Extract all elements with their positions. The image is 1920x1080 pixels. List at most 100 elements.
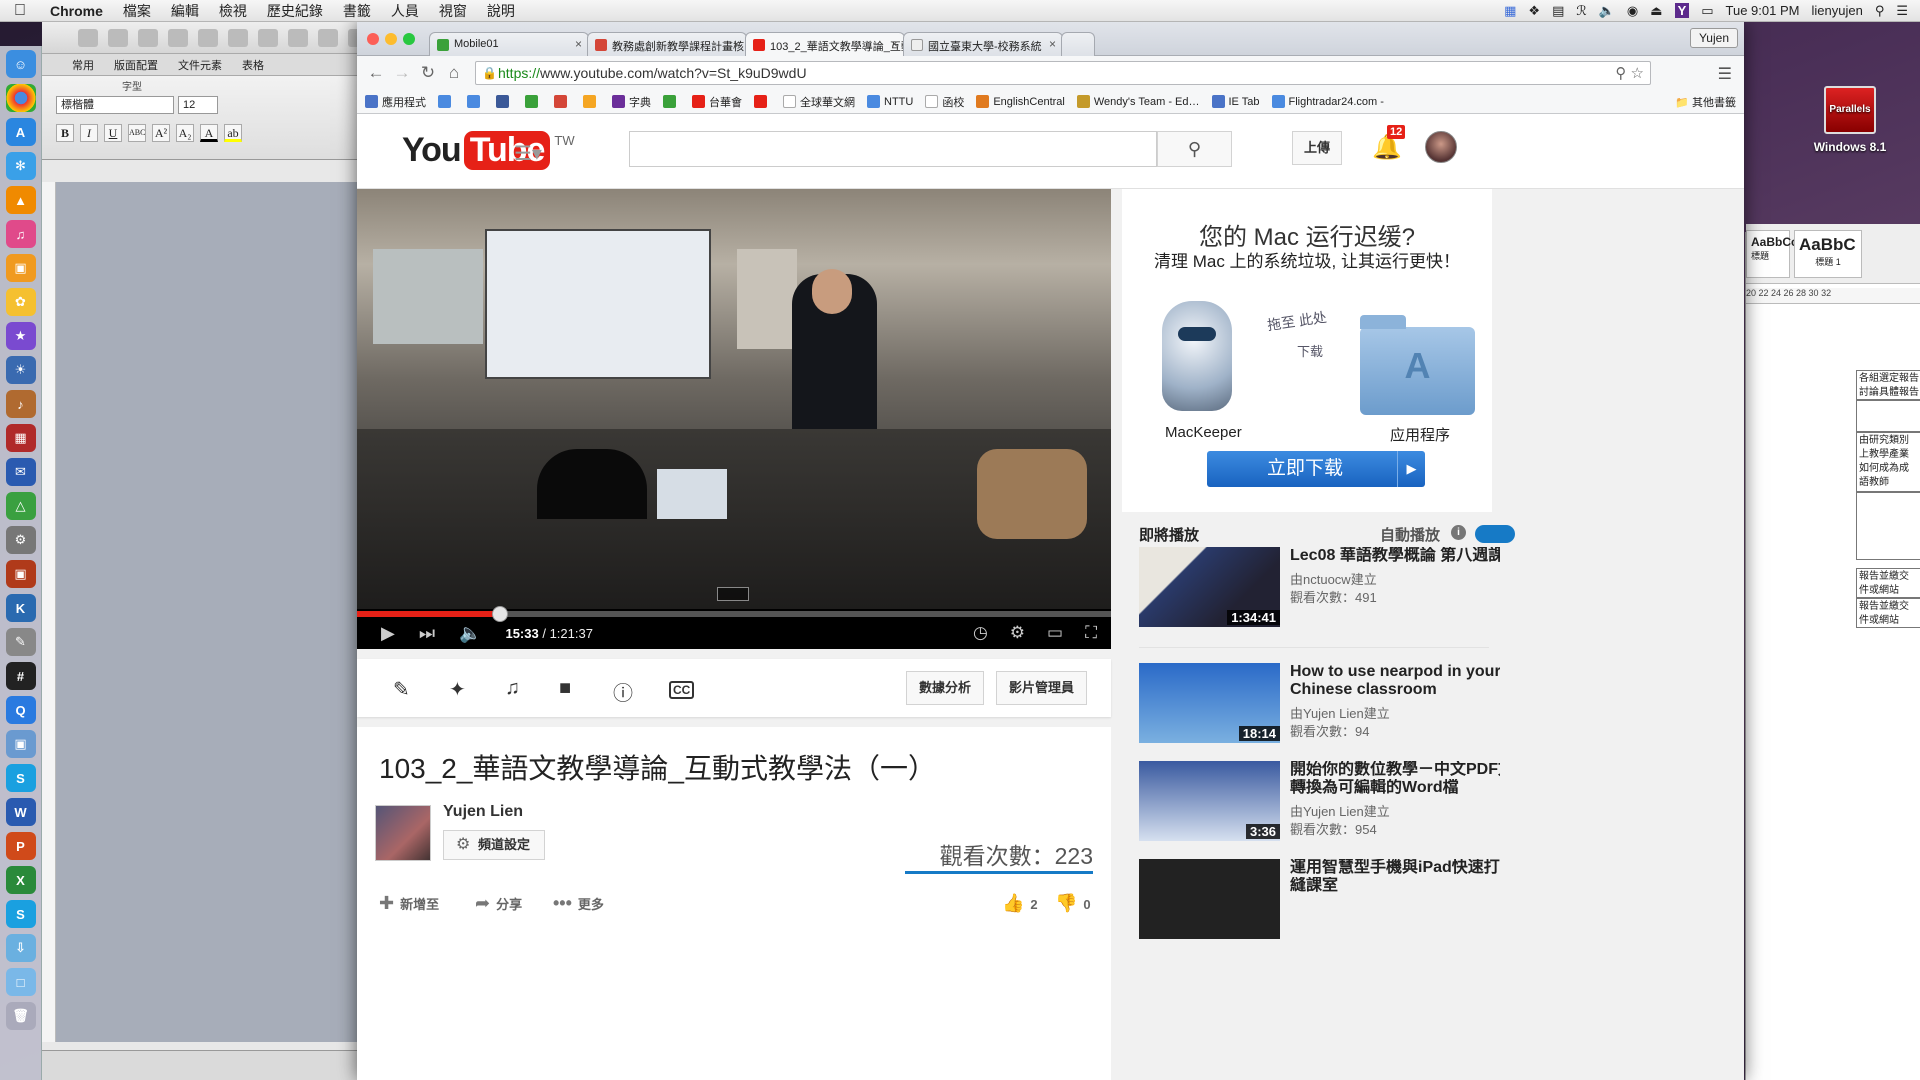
eject-icon[interactable]: ⏏ [1650, 3, 1662, 19]
bookmark-green-2[interactable] [663, 95, 680, 108]
ibooks-icon[interactable]: ▣ [5, 254, 36, 282]
preview-icon[interactable]: ▣ [5, 730, 36, 758]
related-video[interactable]: 1:34:41 Lec08 華語教學概論 第八週課 由nctuocw建立 觀看次… [1139, 547, 1500, 629]
channel-settings-button[interactable]: ⚙ 頻道設定 [443, 830, 546, 860]
paste-icon[interactable] [288, 28, 308, 47]
minimize-window-button[interactable] [385, 33, 397, 45]
bookmark-taihua[interactable]: 台華會 [692, 94, 742, 110]
chrome-menu-icon[interactable]: ☰ [1718, 64, 1732, 84]
table-cell[interactable]: 報告並繳交 件或網站 [1856, 568, 1920, 598]
table-cell[interactable]: 報告並繳交 件或網站 [1856, 598, 1920, 628]
account-avatar[interactable] [1425, 131, 1457, 163]
expand-icon[interactable] [717, 587, 749, 601]
slideshow-icon[interactable]: ▣ [5, 560, 36, 588]
template-icon[interactable] [108, 28, 128, 47]
watch-later-icon[interactable]: ◷ [973, 623, 988, 643]
documents-folder-icon[interactable]: □ [5, 968, 36, 996]
menu-view[interactable]: 檢視 [209, 1, 257, 21]
bookmark-flightradar[interactable]: Flightradar24.com - [1271, 95, 1384, 108]
bookmark-hanxiao[interactable]: 函校 [925, 94, 964, 110]
enhance-wand-icon[interactable]: ✦ [449, 677, 466, 702]
drive-icon[interactable]: △ [5, 492, 36, 520]
info-icon[interactable]: ⓘ [613, 677, 633, 706]
downloads-folder-icon[interactable]: ⇩ [5, 934, 36, 962]
close-window-button[interactable] [367, 33, 379, 45]
dislike-button[interactable]: 👎 0 [1055, 893, 1091, 914]
tab-mobile01[interactable]: Mobile01 × [429, 32, 589, 56]
bookmark-gmail[interactable] [554, 95, 571, 108]
home-icon[interactable]: ⌂ [441, 63, 467, 83]
search-input[interactable] [629, 131, 1157, 167]
font-color-button[interactable]: A [200, 124, 218, 142]
other-bookmarks[interactable]: 📁 其他書籤 [1675, 94, 1736, 110]
bookmark-huawen[interactable]: 全球華文網 [783, 94, 855, 110]
style-heading[interactable]: AaBbCcDc 標題 [1746, 230, 1813, 278]
volume-icon[interactable]: 🔈 [459, 623, 481, 644]
address-bar[interactable]: 🔒 https://www.youtube.com/watch?v=St_k9u… [475, 61, 1651, 85]
menu-history[interactable]: 歷史紀錄 [257, 1, 333, 21]
yahoo-icon[interactable]: Y [1674, 3, 1690, 18]
status-app-icon[interactable]: ▦ [1504, 3, 1516, 19]
open-icon[interactable] [138, 28, 158, 47]
zoom-window-button[interactable] [403, 33, 415, 45]
more-button[interactable]: ••• 更多 [553, 893, 604, 914]
table-cell[interactable]: 由研究類別 上教學產業 如何成為成 語教師 [1856, 432, 1920, 492]
underline-button[interactable]: U [104, 124, 122, 142]
photo-booth-icon[interactable]: ▦ [5, 424, 36, 452]
style-heading-1[interactable]: AaBbC 標題 1 [1794, 230, 1862, 278]
bookmark-google[interactable] [438, 95, 455, 108]
audio-note-icon[interactable]: ♫ [505, 677, 520, 700]
script-editor-icon[interactable]: ✎ [5, 628, 36, 656]
safari-icon[interactable]: ✻ [5, 152, 36, 180]
zoom-star-icons[interactable]: ⚲ ☆ [1615, 64, 1644, 82]
superscript-button[interactable]: A² [152, 124, 170, 142]
trash-icon[interactable]: 🗑 [5, 1002, 36, 1030]
wifi-icon[interactable]: ◉ [1627, 3, 1638, 19]
like-button[interactable]: 👍 2 [1002, 893, 1038, 914]
tab-close-icon[interactable]: × [733, 37, 740, 51]
bookmark-dictionary[interactable]: 字典 [612, 94, 651, 110]
bookmark-facebook[interactable] [496, 95, 513, 108]
table-cell[interactable]: 各組選定報告 討論具體報告 [1856, 370, 1920, 400]
font-select[interactable]: 標楷體 [56, 96, 174, 114]
settings-gear-icon[interactable]: ⚙ [1010, 623, 1025, 643]
bookmark-google-2[interactable] [467, 95, 484, 108]
save-icon[interactable] [168, 28, 188, 47]
skype-2-icon[interactable]: S [5, 900, 36, 928]
theater-mode-icon[interactable]: ▭ [1047, 623, 1063, 643]
video-manager-button[interactable]: 影片管理員 [996, 671, 1088, 705]
strikethrough-button[interactable]: ABC [128, 124, 146, 142]
subscript-button[interactable]: A₂ [176, 124, 194, 142]
dropbox-icon[interactable]: ❖ [1528, 3, 1540, 19]
document-canvas[interactable] [56, 182, 372, 1042]
search-button[interactable]: ⚲ [1157, 131, 1232, 167]
powerpoint-icon[interactable]: P [5, 832, 36, 860]
parallels-desktop-icon[interactable]: Parallels Windows 8.1 [1800, 86, 1900, 154]
table-cell[interactable] [1856, 400, 1920, 432]
profile-button[interactable]: Yujen [1689, 28, 1738, 48]
play-icon[interactable]: ▶ [381, 623, 395, 644]
spotlight-icon[interactable]: ⚲ [1875, 3, 1885, 19]
bookmark-wendys-team[interactable]: Wendy's Team - Ed… [1076, 95, 1200, 108]
system-preferences-icon[interactable]: ⚙ [5, 526, 36, 554]
skype-icon[interactable]: S [5, 764, 36, 792]
bookmark-orange[interactable] [583, 95, 600, 108]
tab-close-icon[interactable]: × [1049, 37, 1056, 51]
bookmark-apps[interactable]: 應用程式 [365, 94, 426, 110]
reload-icon[interactable]: ↻ [415, 63, 441, 83]
sidebar-ad[interactable]: 您的 Mac 运行迟缓? 清理 Mac 上的系统垃圾, 让其运行更快！ 拖至 此… [1122, 189, 1492, 512]
highlight-button[interactable]: ab [224, 124, 242, 142]
autoplay-toggle[interactable] [1475, 525, 1515, 543]
channel-thumbnail[interactable] [375, 805, 431, 861]
channel-name[interactable]: Yujen Lien [443, 803, 523, 821]
apple-menu-icon[interactable]:  [0, 2, 40, 20]
analytics-button[interactable]: 數據分析 [906, 671, 985, 705]
bluetooth-icon[interactable]: ℛ [1576, 3, 1586, 19]
captions-icon[interactable]: CC [669, 681, 695, 699]
notification-center-icon[interactable]: ☰ [1896, 3, 1908, 19]
bookmark-green[interactable] [525, 95, 542, 108]
forward-icon[interactable]: → [389, 63, 415, 83]
fullscreen-icon[interactable]: ⛶ [1085, 623, 1097, 643]
new-tab-button[interactable] [1061, 32, 1095, 56]
bold-button[interactable]: B [56, 124, 74, 142]
